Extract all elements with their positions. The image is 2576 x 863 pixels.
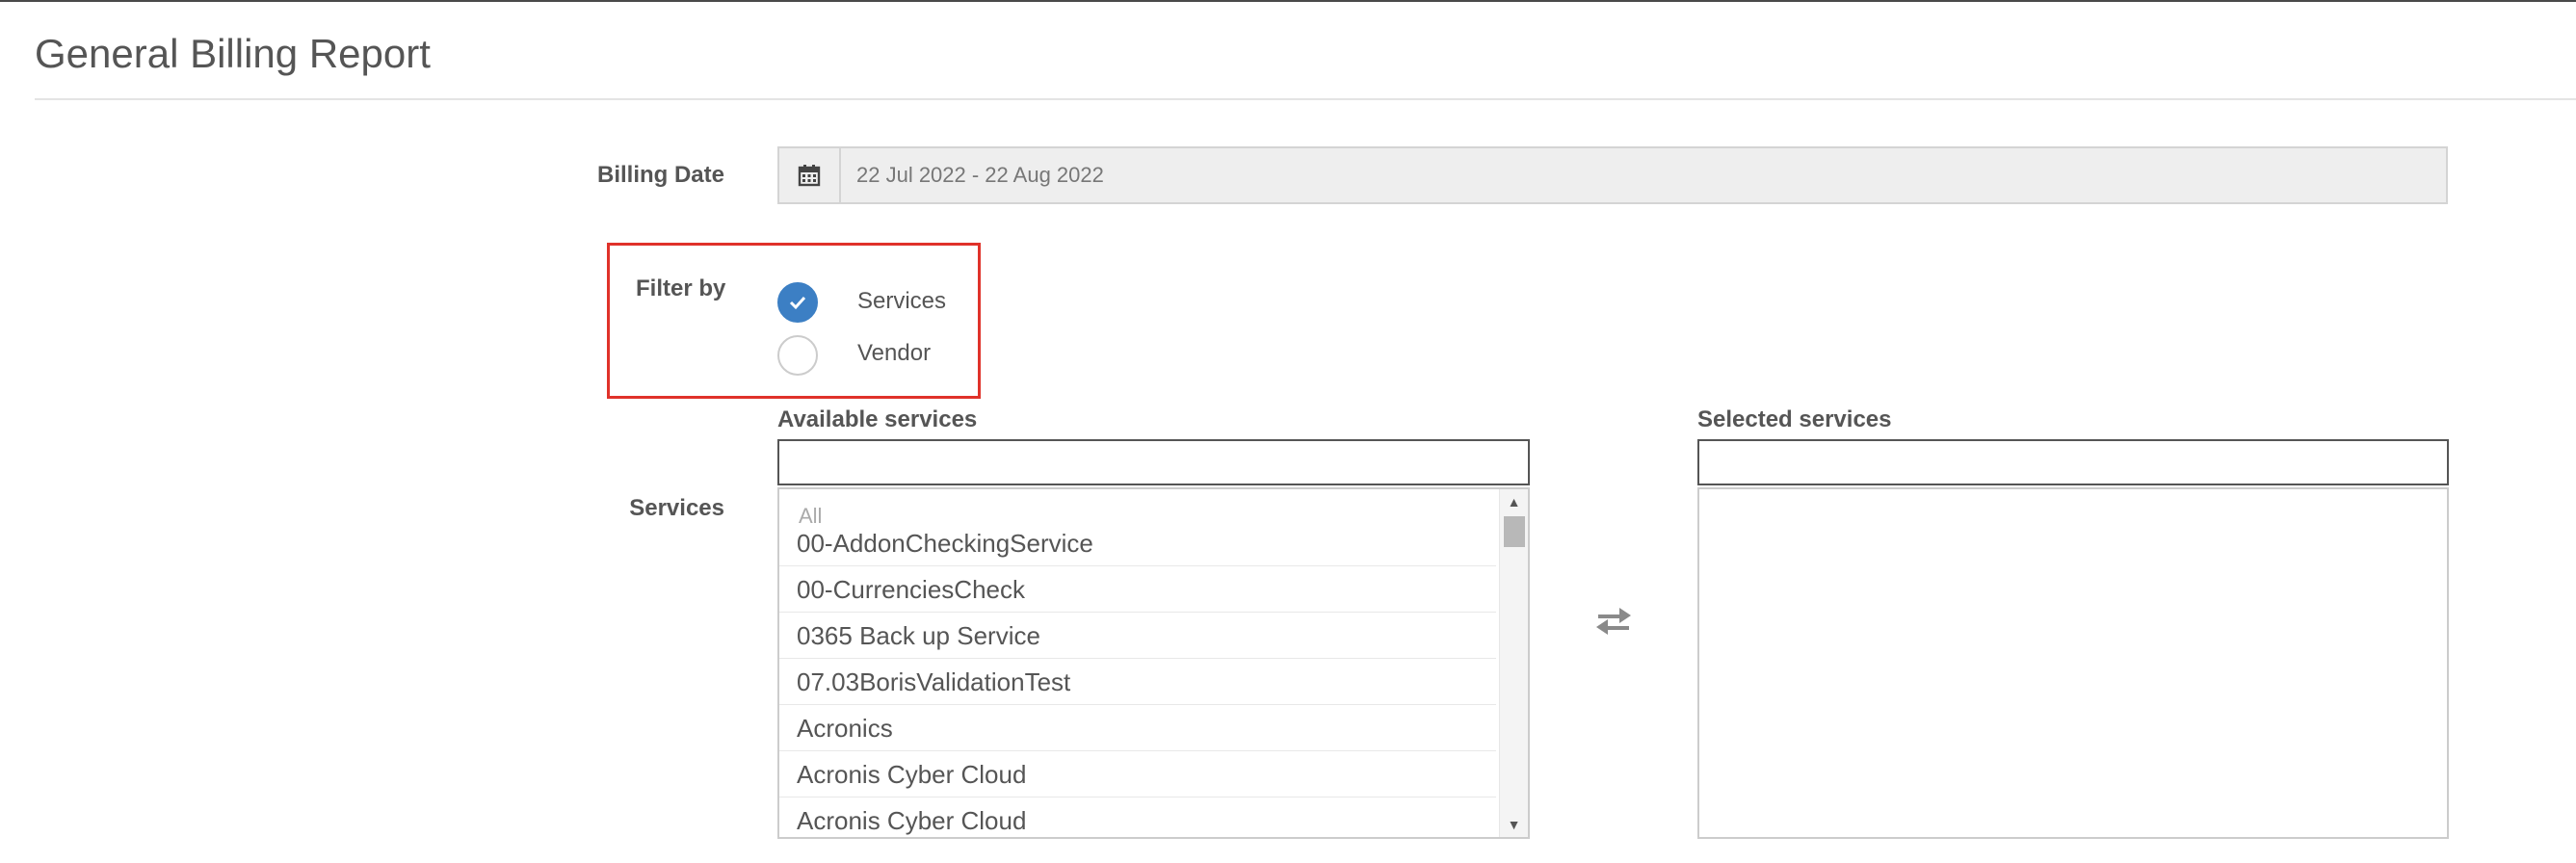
billing-date-value: 22 Jul 2022 - 22 Aug 2022: [856, 163, 1104, 187]
filter-services-label[interactable]: Services: [857, 287, 946, 316]
scroll-down-arrow-icon[interactable]: ▼: [1500, 812, 1528, 837]
filter-by-label: Filter by: [636, 275, 726, 301]
selected-services-title: Selected services: [1697, 406, 1892, 432]
transfer-button[interactable]: [1591, 603, 1636, 638]
available-services-title: Available services: [777, 406, 978, 432]
scroll-up-arrow-icon[interactable]: ▲: [1500, 489, 1528, 514]
title-divider: [35, 98, 2576, 100]
list-item[interactable]: Acronis Cyber Cloud: [779, 751, 1496, 798]
top-border: [0, 0, 2576, 2]
list-item[interactable]: 00-AddonCheckingService: [779, 520, 1496, 566]
available-services-list[interactable]: All 00-AddonCheckingService 00-Currencie…: [777, 487, 1530, 839]
billing-date-field[interactable]: 22 Jul 2022 - 22 Aug 2022: [777, 146, 2448, 204]
billing-date-label: Billing Date: [596, 162, 724, 188]
calendar-icon: [798, 165, 821, 187]
swap-arrows-icon: [1596, 608, 1631, 635]
available-list-scrollbar[interactable]: ▲ ▼: [1499, 489, 1528, 837]
selected-services-search[interactable]: [1697, 439, 2449, 485]
check-icon: [789, 296, 806, 310]
filter-services-radio[interactable]: [777, 282, 818, 323]
list-item[interactable]: Acronis Cyber Cloud: [779, 798, 1496, 837]
available-services-search[interactable]: [777, 439, 1530, 485]
filter-vendor-label[interactable]: Vendor: [857, 339, 931, 368]
calendar-button[interactable]: [779, 148, 841, 202]
page-title: General Billing Report: [35, 31, 431, 76]
selected-services-list[interactable]: [1697, 487, 2449, 839]
scrollbar-thumb[interactable]: [1504, 516, 1525, 547]
filter-vendor-radio[interactable]: [777, 335, 818, 376]
list-item[interactable]: 00-CurrenciesCheck: [779, 566, 1496, 613]
list-item[interactable]: Acronics: [779, 705, 1496, 751]
list-item[interactable]: 0365 Back up Service: [779, 613, 1496, 659]
list-item[interactable]: 07.03BorisValidationTest: [779, 659, 1496, 705]
services-label: Services: [629, 495, 724, 521]
